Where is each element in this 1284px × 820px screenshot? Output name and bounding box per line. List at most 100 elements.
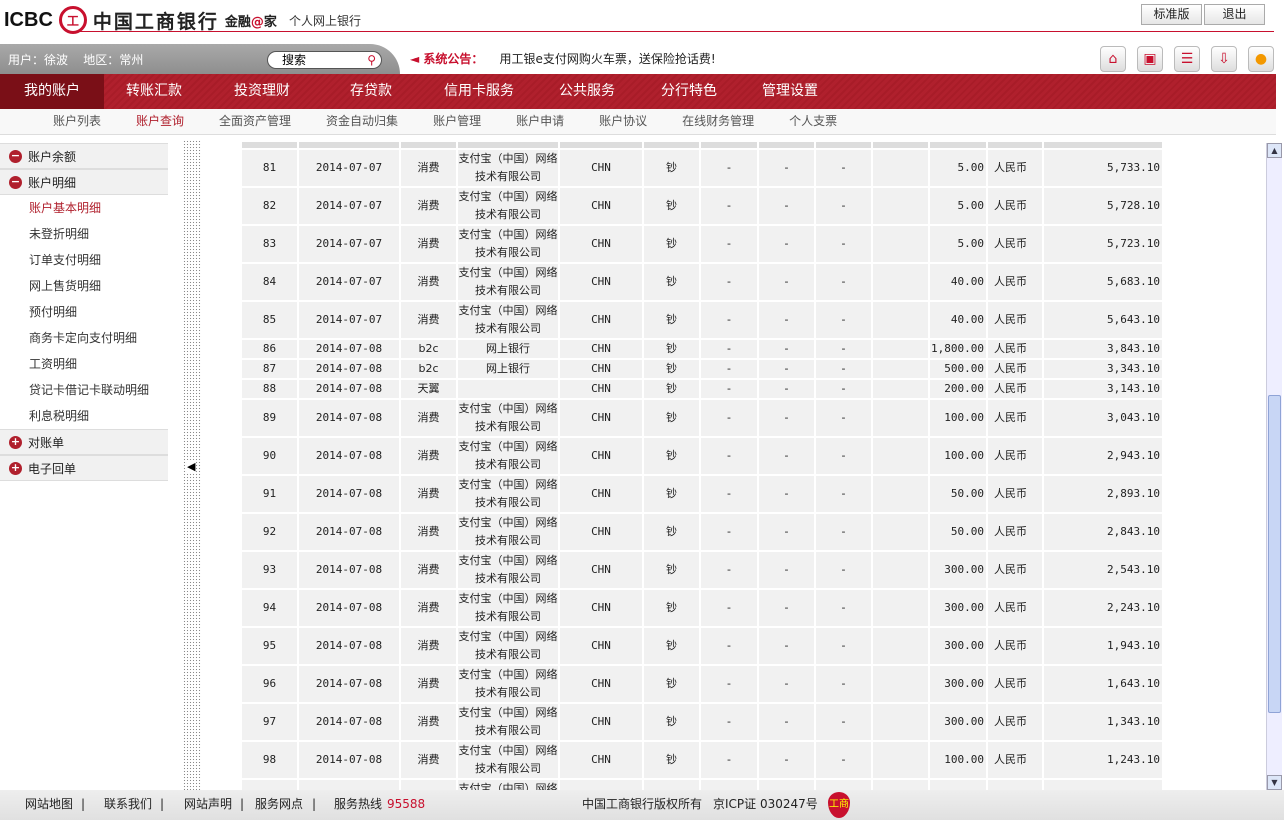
table-row[interactable]: 992014-07-08消费支付宝（中国）网络技术有限公司CHN钞---100.… <box>240 778 1162 790</box>
table-row[interactable]: 92 2014-07-08 消费 支付宝（中国）网络技术有限公司 CHN 钞 - - -50.0… <box>240 512 1162 552</box>
sidebar-item[interactable]: 利息税明细 <box>0 403 168 429</box>
table-cell: 1,143.10 <box>1042 778 1162 790</box>
nav-deposit-loan[interactable]: 存贷款 <box>320 74 422 109</box>
table-cell: 87 <box>240 358 299 380</box>
footer-contact[interactable]: 联系我们 <box>104 790 152 818</box>
table-row[interactable]: 82 2014-07-07 消费 支付宝（中国）网络技术有限公司 CHN 钞 - - -5.00… <box>240 186 1162 226</box>
table-cell: 5,723.10 <box>1042 224 1162 264</box>
sidebar-item[interactable]: 未登折明细 <box>0 221 168 247</box>
subnav-asset-mgmt[interactable]: 全面资产管理 <box>219 109 291 134</box>
table-cell: CHN <box>558 148 644 188</box>
nav-invest[interactable]: 投资理财 <box>204 74 320 109</box>
sidebar-group[interactable]: − 账户明细 <box>0 169 168 195</box>
table-cell: CHN <box>558 262 644 302</box>
logout-button[interactable]: 退出 <box>1204 4 1265 25</box>
table-row[interactable]: 89 2014-07-08 消费 支付宝（中国）网络技术有限公司 CHN 钞 - - -100.… <box>240 398 1162 438</box>
table-cell: - <box>814 702 873 742</box>
table-row[interactable]: 96 2014-07-08 消费 支付宝（中国）网络技术有限公司 CHN 钞 - - -300.… <box>240 664 1162 704</box>
sidebar-item[interactable]: 账户基本明细 <box>0 195 168 221</box>
expand-icon[interactable]: + <box>9 461 22 475</box>
sidebar-item[interactable]: 工资明细 <box>0 351 168 377</box>
icbc-seal-icon: 工 <box>58 6 87 34</box>
subnav-account-list[interactable]: 账户列表 <box>53 109 101 134</box>
search-icon[interactable]: ⚲ <box>367 52 376 68</box>
icbc-logo[interactable]: ICBC 工 中国工商银行 金融@家 个人网上银行 <box>4 6 361 34</box>
nav-my-account[interactable]: 我的账户 <box>0 74 104 109</box>
scroll-up-icon[interactable]: ▲ <box>1267 143 1282 158</box>
table-row[interactable]: 87 2014-07-08 b2c 网上银行 CHN 钞 - - -500.00 人民币 3,343… <box>240 358 1162 380</box>
table-row[interactable]: 94 2014-07-08 消费 支付宝（中国）网络技术有限公司 CHN 钞 - - -300.… <box>240 588 1162 628</box>
table-cell: - <box>699 148 759 188</box>
standard-version-button[interactable]: 标准版 <box>1141 4 1202 25</box>
vertical-scrollbar[interactable]: ▲ ▼ <box>1266 143 1282 790</box>
subnav-account-mgmt[interactable]: 账户管理 <box>433 109 481 134</box>
system-notice[interactable]: ◄ 系统公告： 用工银e支付网购火车票，送保险抢话费! <box>410 50 716 67</box>
table-cell: 人民币 <box>986 474 1044 514</box>
footer-outlets[interactable]: 服务网点 <box>255 790 303 818</box>
inbox-download-icon[interactable]: ⇩ <box>1211 46 1237 72</box>
sidebar-item[interactable]: 网上售货明细 <box>0 273 168 299</box>
table-cell: 90 <box>240 436 299 476</box>
table-cell: 93 <box>240 550 299 590</box>
table-row[interactable]: 98 2014-07-08 消费 支付宝（中国）网络技术有限公司 CHN 钞 - - -100.… <box>240 740 1162 780</box>
collapse-icon[interactable]: − <box>9 175 22 189</box>
sidebar-item[interactable]: 商务卡定向支付明细 <box>0 325 168 351</box>
home-icon[interactable]: ⌂ <box>1100 46 1126 72</box>
table-cell: 2014-07-08 <box>297 512 401 552</box>
sidebar-item[interactable]: 贷记卡借记卡联动明细 <box>0 377 168 403</box>
subnav-account-query[interactable]: 账户查询 <box>136 109 184 134</box>
subnav-online-finance[interactable]: 在线财务管理 <box>682 109 754 134</box>
table-row[interactable]: 84 2014-07-07 消费 支付宝（中国）网络技术有限公司 CHN 钞 - - -40.0… <box>240 262 1162 302</box>
table-row[interactable]: 93 2014-07-08 消费 支付宝（中国）网络技术有限公司 CHN 钞 - - -300.… <box>240 550 1162 590</box>
table-cell: 钞 <box>642 300 701 340</box>
table-cell <box>871 588 930 628</box>
table-cell: CHN <box>558 778 644 790</box>
sidebar-group[interactable]: + 对账单 <box>0 429 168 455</box>
footer-sitemap[interactable]: 网站地图 <box>25 790 73 818</box>
subnav-account-apply[interactable]: 账户申请 <box>516 109 564 134</box>
cart-icon[interactable]: ▣ <box>1137 46 1163 72</box>
table-row[interactable]: 95 2014-07-08 消费 支付宝（中国）网络技术有限公司 CHN 钞 - - -300.… <box>240 626 1162 666</box>
collapse-icon[interactable]: − <box>9 149 22 163</box>
expand-icon[interactable]: + <box>9 435 22 449</box>
nav-transfer[interactable]: 转账汇款 <box>104 74 204 109</box>
table-cell: - <box>699 626 759 666</box>
footer-statement[interactable]: 网站声明 <box>184 790 232 818</box>
table-cell: 2014-07-08 <box>297 588 401 628</box>
contact-card-icon[interactable]: ☰ <box>1174 46 1200 72</box>
search-input[interactable]: 搜索 ⚲ <box>267 51 382 69</box>
nav-branch[interactable]: 分行特色 <box>638 74 740 109</box>
table-cell <box>871 740 930 780</box>
table-row[interactable]: 97 2014-07-08 消费 支付宝（中国）网络技术有限公司 CHN 钞 - - -300.… <box>240 702 1162 742</box>
headset-icon[interactable]: ● <box>1248 46 1274 72</box>
table-row[interactable]: 91 2014-07-08 消费 支付宝（中国）网络技术有限公司 CHN 钞 - - -50.0… <box>240 474 1162 514</box>
table-row[interactable]: 83 2014-07-07 消费 支付宝（中国）网络技术有限公司 CHN 钞 - - -5.00… <box>240 224 1162 264</box>
sidebar-group[interactable]: + 电子回单 <box>0 455 168 481</box>
table-cell: 92 <box>240 512 299 552</box>
sidebar-item[interactable]: 预付明细 <box>0 299 168 325</box>
scroll-down-icon[interactable]: ▼ <box>1267 775 1282 790</box>
subnav-fund-sweep[interactable]: 资金自动归集 <box>326 109 398 134</box>
subnav-personal-check[interactable]: 个人支票 <box>789 109 837 134</box>
table-cell: 支付宝（中国）网络技术有限公司 <box>456 186 560 226</box>
table-cell: 40.00 <box>928 262 988 302</box>
nav-credit-card[interactable]: 信用卡服务 <box>422 74 536 109</box>
table-row[interactable]: 86 2014-07-08 b2c 网上银行 CHN 钞 - - -1,800.00 人民币 3,8… <box>240 338 1162 360</box>
collapse-sidebar-icon[interactable]: ◀ <box>187 460 196 473</box>
nav-settings[interactable]: 管理设置 <box>740 74 840 109</box>
table-row[interactable]: 88 2014-07-08 天翼 CHN 钞 - - -200.00 人民币 3,143.10 <box>240 378 1162 400</box>
table-row[interactable]: 90 2014-07-08 消费 支付宝（中国）网络技术有限公司 CHN 钞 - - -100.… <box>240 436 1162 476</box>
nav-public-service[interactable]: 公共服务 <box>536 74 638 109</box>
table-cell: 支付宝（中国）网络技术有限公司 <box>456 300 560 340</box>
sidebar-item[interactable]: 订单支付明细 <box>0 247 168 273</box>
table-row[interactable]: 85 2014-07-07 消费 支付宝（中国）网络技术有限公司 CHN 钞 - - -40.0… <box>240 300 1162 340</box>
police-badge-icon[interactable]: 工商 <box>828 792 850 818</box>
table-cell: - <box>814 550 873 590</box>
table-cell: 86 <box>240 338 299 360</box>
sidebar-group[interactable]: − 账户余额 <box>0 143 168 169</box>
table-row[interactable]: 81 2014-07-07 消费 支付宝（中国）网络技术有限公司 CHN 钞 - - -5.00… <box>240 148 1162 188</box>
scrollbar-thumb[interactable] <box>1268 395 1281 713</box>
table-cell: - <box>757 300 816 340</box>
subnav-account-agreement[interactable]: 账户协议 <box>599 109 647 134</box>
table-cell: 人民币 <box>986 186 1044 226</box>
